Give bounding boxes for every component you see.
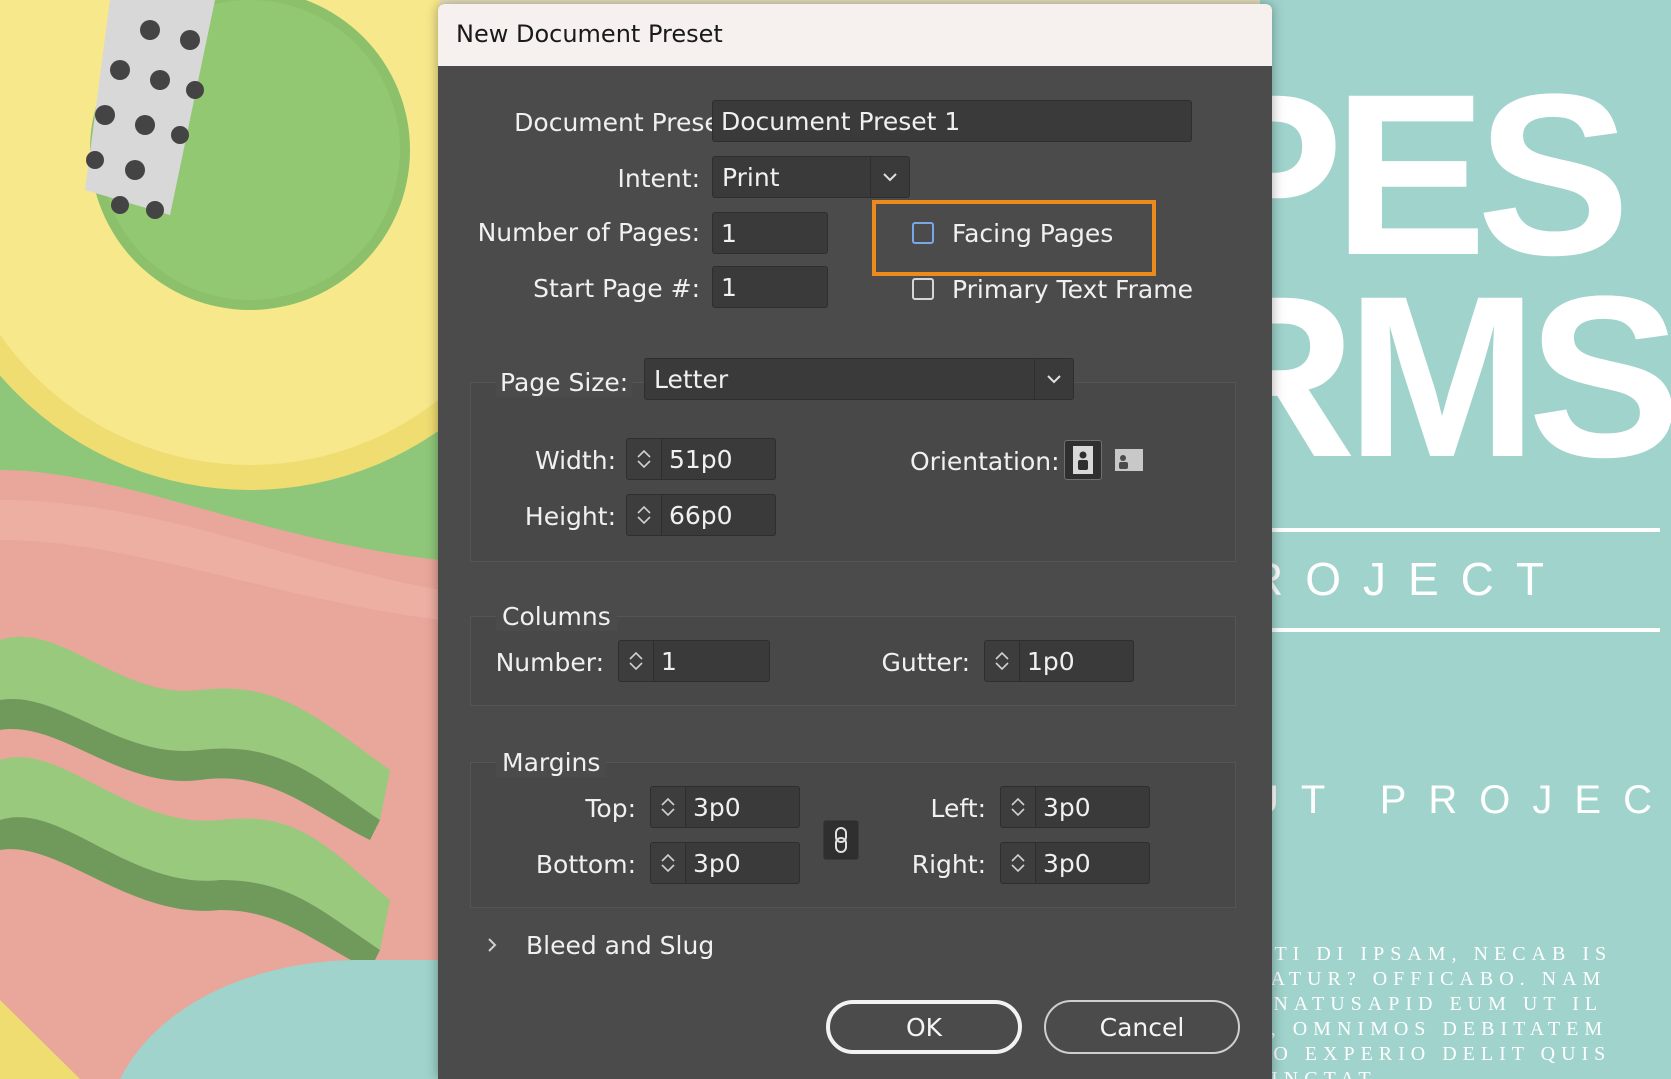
- poster-body-text: NTI DI IPSAM, NECAB IS TATUR? OFFICABO. …: [1260, 943, 1613, 1079]
- columns-title: Columns: [496, 602, 617, 631]
- number-of-pages-label: Number of Pages:: [477, 218, 700, 247]
- chevron-down-icon[interactable]: [870, 157, 909, 197]
- primary-text-frame-label[interactable]: Primary Text Frame: [952, 275, 1193, 304]
- ok-button[interactable]: OK: [826, 1000, 1022, 1054]
- chevron-up-icon: [1011, 798, 1025, 806]
- height-stepper[interactable]: [626, 494, 662, 536]
- gutter-stepper[interactable]: [984, 640, 1020, 682]
- height-input[interactable]: 66p0: [662, 494, 776, 536]
- intent-value: Print: [722, 162, 780, 192]
- page-size-label: Page Size:: [496, 368, 633, 397]
- start-page-input[interactable]: 1: [712, 266, 828, 308]
- poster-divider-top: [1260, 528, 1660, 532]
- dialog-title: New Document Preset: [456, 20, 723, 48]
- chevron-down-icon: [1011, 808, 1025, 816]
- chevron-down-icon: [1011, 864, 1025, 872]
- height-label: Height:: [524, 502, 616, 531]
- margin-left-stepper[interactable]: [1000, 786, 1036, 828]
- page-size-dropdown[interactable]: Letter: [644, 358, 1074, 400]
- chevron-right-icon[interactable]: [486, 936, 498, 958]
- orientation-label: Orientation:: [910, 447, 1060, 476]
- number-of-pages-input[interactable]: 1: [712, 212, 828, 254]
- chevron-down-icon: [637, 460, 651, 468]
- facing-pages-checkbox[interactable]: [912, 222, 934, 244]
- gutter-label: Gutter:: [881, 648, 970, 677]
- width-stepper[interactable]: [626, 438, 662, 480]
- background-artwork-left: [0, 0, 440, 1079]
- poster-tagline: UT PROJECT: [1260, 778, 1671, 822]
- poster-divider-bottom: [1260, 628, 1660, 632]
- margin-right-input[interactable]: 3p0: [1036, 842, 1150, 884]
- intent-label: Intent:: [617, 164, 700, 193]
- chevron-up-icon: [637, 506, 651, 514]
- facing-pages-label[interactable]: Facing Pages: [952, 219, 1113, 248]
- cancel-button[interactable]: Cancel: [1044, 1000, 1240, 1054]
- margin-left-label: Left:: [930, 794, 986, 823]
- chevron-up-icon: [637, 450, 651, 458]
- abstract-shapes-illustration: [0, 0, 440, 1079]
- start-page-label: Start Page #:: [533, 274, 700, 303]
- margins-title: Margins: [496, 748, 607, 777]
- chevron-down-icon: [637, 516, 651, 524]
- primary-text-frame-checkbox[interactable]: [912, 278, 934, 300]
- background-poster-right: PES RMS ROJECT UT PROJECT NTI DI IPSAM, …: [1260, 0, 1671, 1079]
- document-preset-input[interactable]: Document Preset 1: [712, 100, 1192, 142]
- poster-subtitle: ROJECT: [1260, 553, 1566, 605]
- margin-right-label: Right:: [911, 850, 986, 879]
- poster-headline-line2: RMS: [1260, 248, 1671, 505]
- dialog-titlebar[interactable]: New Document Preset: [438, 4, 1272, 66]
- width-input[interactable]: 51p0: [662, 438, 776, 480]
- portrait-icon[interactable]: [1064, 440, 1102, 480]
- document-preset-label: Document Preset:: [514, 108, 738, 137]
- chevron-down-icon: [995, 662, 1009, 670]
- chevron-down-icon[interactable]: [1034, 359, 1073, 399]
- gutter-input[interactable]: 1p0: [1020, 640, 1134, 682]
- landscape-icon[interactable]: [1110, 440, 1148, 480]
- margin-right-stepper[interactable]: [1000, 842, 1036, 884]
- width-label: Width:: [534, 446, 616, 475]
- chevron-up-icon: [995, 652, 1009, 660]
- bleed-and-slug-toggle[interactable]: Bleed and Slug: [526, 931, 714, 960]
- chevron-up-icon: [1011, 854, 1025, 862]
- intent-dropdown[interactable]: Print: [712, 156, 910, 198]
- page-size-value: Letter: [654, 364, 729, 394]
- margin-left-input[interactable]: 3p0: [1036, 786, 1150, 828]
- new-document-preset-dialog: New Document Preset Document Preset: Doc…: [438, 4, 1272, 1079]
